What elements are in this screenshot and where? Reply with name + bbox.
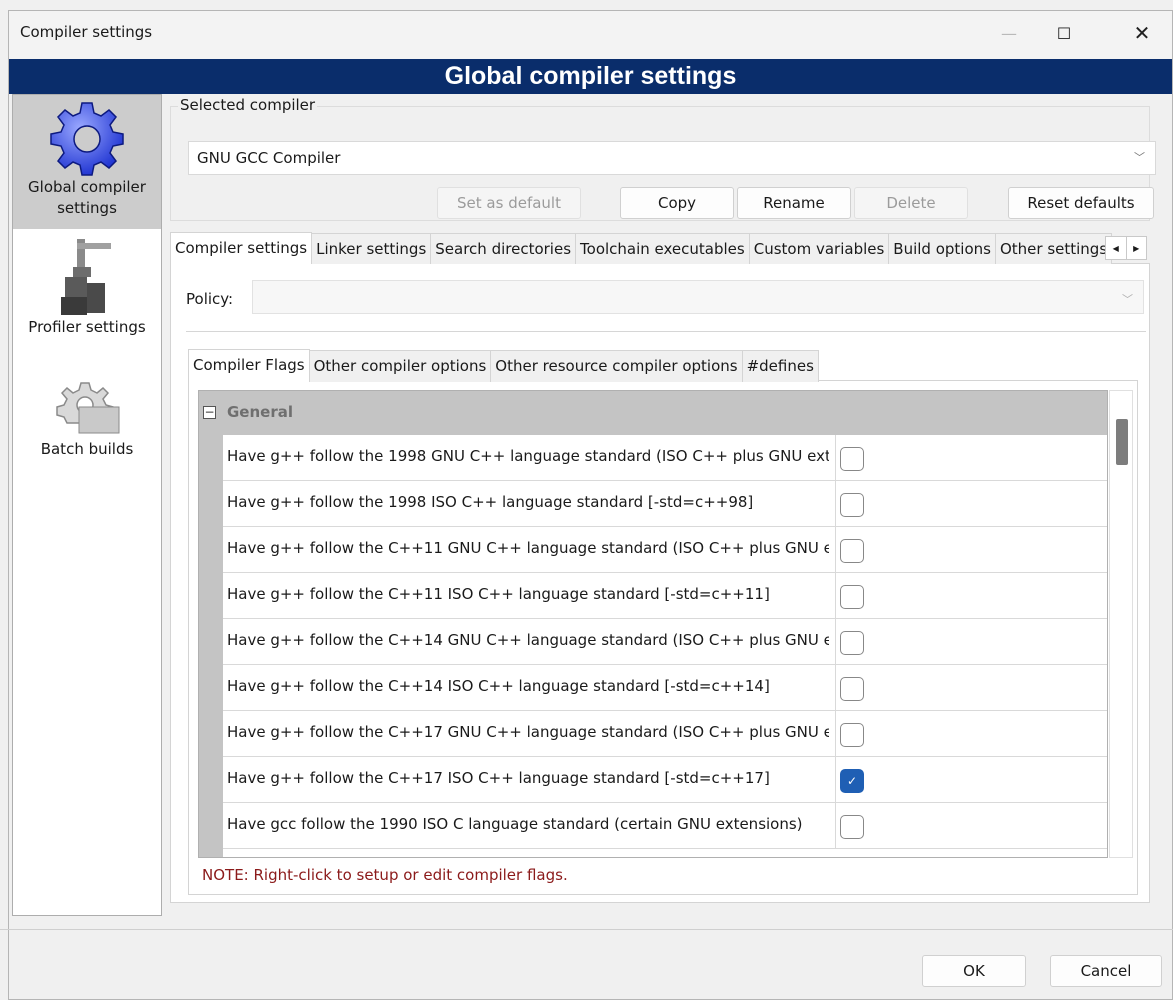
flag-label: Have g++ follow the C++11 GNU C++ langua… [227,539,829,557]
sidebar-item-label: Batch builds [40,440,134,458]
table-row[interactable]: Have g++ follow the C++14 ISO C++ langua… [223,665,1107,711]
tab-compiler-settings[interactable]: Compiler settings [170,232,313,264]
column-divider [835,527,836,573]
compiler-select[interactable]: GNU GCC Compiler ﹀ [188,141,1156,175]
column-divider [835,481,836,527]
flag-label: Have g++ follow the C++17 GNU C++ langua… [227,723,829,741]
separator [186,331,1146,332]
tab-search-directories[interactable]: Search directories [430,233,577,264]
tab-custom-variables[interactable]: Custom variables [748,233,890,264]
column-divider [835,619,836,665]
maximize-button[interactable]: ☐ [1041,11,1087,55]
flag-checkbox[interactable] [840,723,864,747]
column-divider [835,435,836,481]
compiler-options-tabs: Compiler Flags Other compiler options Othe… [188,349,819,382]
column-divider [835,803,836,849]
flag-checkbox[interactable]: ✓ [840,769,864,793]
flag-checkbox[interactable] [840,447,864,471]
sidebar-item-profiler-settings[interactable]: Profiler settings [13,235,161,355]
tab-scroll-right-button[interactable]: ▶ [1127,237,1147,259]
tab-other-compiler-options[interactable]: Other compiler options [308,350,492,382]
window-title: Compiler settings [20,23,153,41]
grid-scrollbar[interactable] [1109,390,1133,858]
delete-button[interactable]: Delete [854,187,968,219]
flag-label: Have g++ follow the C++14 ISO C++ langua… [227,677,770,695]
flag-checkbox[interactable] [840,493,864,517]
flag-label: Have g++ follow the C++17 ISO C++ langua… [227,769,770,787]
close-button[interactable]: ✕ [1119,11,1165,55]
flag-checkbox[interactable] [840,815,864,839]
chevron-down-icon: ﹀ [1134,151,1145,164]
sidebar-item-label: Profiler settings [28,318,146,336]
tab-scroll-buttons: ◀ ▶ [1105,236,1147,260]
separator [0,929,1173,930]
flag-checkbox[interactable] [840,585,864,609]
tab-other-resource-compiler-options[interactable]: Other resource compiler options [490,350,743,382]
tab-build-options[interactable]: Build options [888,233,996,264]
table-row[interactable]: Have g++ follow the C++11 ISO C++ langua… [223,573,1107,619]
caliper-icon [61,239,111,315]
policy-select[interactable]: ﹀ [252,280,1144,314]
sidebar-item-global-compiler-settings[interactable]: Global compiler settings [13,95,161,229]
grid-margin [199,391,223,857]
flag-label: Have g++ follow the 1998 ISO C++ languag… [227,493,754,511]
compiler-flags-grid[interactable]: − General Have g++ follow the 1998 GNU C… [198,390,1108,858]
flag-checkbox[interactable] [840,539,864,563]
set-as-default-button[interactable]: Set as default [437,187,581,219]
sidebar-item-label: Global compiler [28,178,146,196]
flag-label: Have gcc follow the 1990 ISO C language … [227,815,803,833]
gear-icon [50,102,124,176]
table-row[interactable]: Have g++ follow the 1998 ISO C++ languag… [223,481,1107,527]
compiler-select-value: GNU GCC Compiler [197,149,341,167]
column-divider [835,665,836,711]
flag-label: Have g++ follow the 1998 GNU C++ languag… [227,447,829,465]
ok-button[interactable]: OK [922,955,1026,987]
tab-defines[interactable]: #defines [741,350,819,382]
table-row[interactable]: Have gcc follow the 1990 ISO C language … [223,803,1107,849]
policy-label: Policy: [186,290,234,308]
tab-compiler-flags[interactable]: Compiler Flags [188,349,310,382]
table-row[interactable]: Have g++ follow the C++14 GNU C++ langua… [223,619,1107,665]
tab-linker-settings[interactable]: Linker settings [311,233,432,264]
sidebar-item-label: settings [57,199,117,217]
column-divider [835,573,836,619]
category-label: General [227,403,293,421]
settings-category-list[interactable]: Global compiler settings Profiler settin… [12,94,162,916]
table-row[interactable]: Have g++ follow the 1998 GNU C++ languag… [223,435,1107,481]
collapse-icon[interactable]: − [203,406,216,419]
selected-compiler-label: Selected compiler [178,96,318,114]
reset-defaults-button[interactable]: Reset defaults [1008,187,1154,219]
flag-checkbox[interactable] [840,677,864,701]
table-row[interactable]: Have g++ follow the C++17 ISO C++ langua… [223,757,1107,803]
page-banner: Global compiler settings [9,59,1172,94]
copy-button[interactable]: Copy [620,187,734,219]
category-general[interactable]: − General [199,391,1107,435]
note-text: NOTE: Right-click to setup or edit compi… [202,866,568,884]
flag-label: Have g++ follow the C++11 ISO C++ langua… [227,585,770,603]
chevron-down-icon: ﹀ [1122,293,1133,306]
sidebar-item-batch-builds[interactable]: Batch builds [13,379,161,479]
table-row[interactable]: Have g++ follow the C++11 GNU C++ langua… [223,527,1107,573]
column-divider [835,711,836,757]
tab-other-settings[interactable]: Other settings [994,233,1113,264]
column-divider [835,757,836,803]
minimize-button[interactable]: — [986,11,1032,55]
batch-gear-icon [56,382,120,434]
scrollbar-thumb[interactable] [1116,419,1128,465]
flag-checkbox[interactable] [840,631,864,655]
tab-scroll-left-button[interactable]: ◀ [1106,237,1127,259]
tab-toolchain-executables[interactable]: Toolchain executables [575,233,750,264]
title-bar: Compiler settings — ☐ ✕ [9,11,1172,59]
flag-label: Have g++ follow the C++14 GNU C++ langua… [227,631,829,649]
cancel-button[interactable]: Cancel [1050,955,1162,987]
table-row[interactable]: Have g++ follow the C++17 GNU C++ langua… [223,711,1107,757]
rename-button[interactable]: Rename [737,187,851,219]
settings-tabs: Compiler settings Linker settings Search d… [170,232,1150,264]
